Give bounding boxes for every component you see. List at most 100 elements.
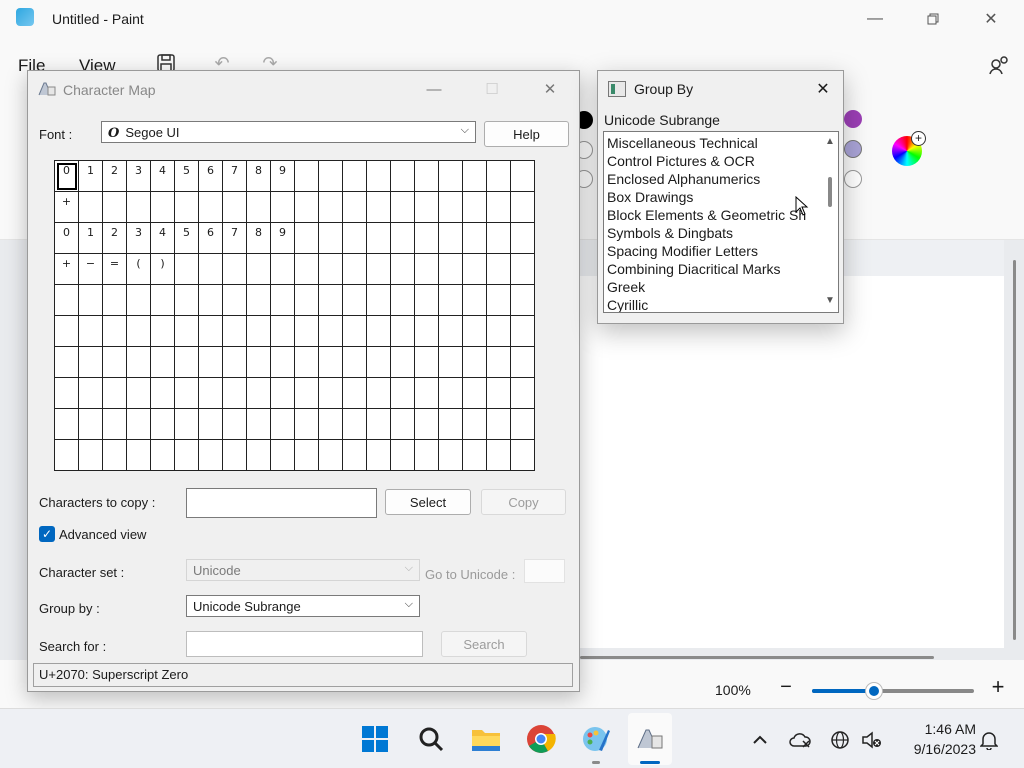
list-item[interactable]: Enclosed Alphanumerics bbox=[607, 170, 760, 188]
character-cell[interactable] bbox=[126, 315, 151, 347]
character-cell[interactable]: 0 bbox=[54, 160, 79, 192]
character-cell[interactable] bbox=[294, 377, 319, 409]
minimize-icon[interactable]: — bbox=[852, 6, 898, 32]
start-icon[interactable] bbox=[359, 723, 391, 755]
character-cell[interactable] bbox=[222, 377, 247, 409]
character-cell[interactable] bbox=[414, 439, 439, 471]
character-cell[interactable] bbox=[246, 315, 271, 347]
character-cell[interactable] bbox=[366, 284, 391, 316]
character-cell[interactable] bbox=[318, 315, 343, 347]
character-cell[interactable] bbox=[414, 191, 439, 223]
character-cell[interactable] bbox=[102, 439, 127, 471]
character-cell[interactable] bbox=[294, 408, 319, 440]
close-icon[interactable]: ✕ bbox=[527, 75, 573, 103]
list-item[interactable]: Cyrillic bbox=[607, 296, 648, 312]
character-cell[interactable] bbox=[366, 315, 391, 347]
character-cell[interactable] bbox=[270, 377, 295, 409]
character-cell[interactable]: 6 bbox=[198, 222, 223, 254]
character-cell[interactable] bbox=[126, 191, 151, 223]
character-cell[interactable] bbox=[390, 377, 415, 409]
character-cell[interactable] bbox=[246, 191, 271, 223]
character-cell[interactable] bbox=[414, 160, 439, 192]
character-cell[interactable] bbox=[366, 346, 391, 378]
character-cell[interactable] bbox=[198, 377, 223, 409]
character-cell[interactable]: 0 bbox=[54, 222, 79, 254]
character-cell[interactable]: 9 bbox=[270, 160, 295, 192]
character-cell[interactable] bbox=[78, 346, 103, 378]
character-cell[interactable] bbox=[270, 346, 295, 378]
character-cell[interactable] bbox=[342, 439, 367, 471]
character-cell[interactable] bbox=[246, 439, 271, 471]
network-icon[interactable] bbox=[828, 729, 852, 751]
character-cell[interactable] bbox=[438, 191, 463, 223]
character-cell[interactable] bbox=[462, 315, 487, 347]
character-cell[interactable] bbox=[198, 408, 223, 440]
character-cell[interactable] bbox=[54, 377, 79, 409]
character-cell[interactable]: ( bbox=[126, 253, 151, 285]
character-cell[interactable] bbox=[486, 160, 511, 192]
character-map-taskbar-icon[interactable] bbox=[634, 723, 666, 755]
character-cell[interactable] bbox=[222, 191, 247, 223]
character-cell[interactable] bbox=[270, 253, 295, 285]
character-cell[interactable]: − bbox=[78, 253, 103, 285]
character-cell[interactable] bbox=[222, 253, 247, 285]
character-set-dropdown[interactable]: Unicode ⌵ bbox=[186, 559, 420, 581]
character-cell[interactable] bbox=[486, 191, 511, 223]
character-cell[interactable] bbox=[462, 439, 487, 471]
character-cell[interactable] bbox=[126, 284, 151, 316]
character-cell[interactable] bbox=[126, 439, 151, 471]
character-cell[interactable] bbox=[342, 284, 367, 316]
list-item[interactable]: Control Pictures & OCR bbox=[607, 152, 755, 170]
character-cell[interactable] bbox=[318, 377, 343, 409]
character-cell[interactable] bbox=[270, 284, 295, 316]
character-cell[interactable] bbox=[102, 377, 127, 409]
character-cell[interactable] bbox=[318, 284, 343, 316]
character-cell[interactable] bbox=[174, 253, 199, 285]
notifications-icon[interactable] bbox=[977, 729, 1001, 751]
character-cell[interactable] bbox=[150, 439, 175, 471]
character-cell[interactable]: 3 bbox=[126, 160, 151, 192]
character-cell[interactable] bbox=[366, 253, 391, 285]
vertical-scrollbar[interactable] bbox=[1013, 260, 1016, 640]
character-cell[interactable] bbox=[174, 284, 199, 316]
volume-muted-icon[interactable] bbox=[860, 729, 884, 751]
zoom-out-button[interactable]: − bbox=[776, 676, 796, 699]
character-cell[interactable]: 2 bbox=[102, 160, 127, 192]
zoom-slider[interactable] bbox=[812, 683, 974, 699]
list-item[interactable]: Combining Diacritical Marks bbox=[607, 260, 781, 278]
character-cell[interactable] bbox=[390, 253, 415, 285]
character-cell[interactable] bbox=[294, 222, 319, 254]
character-cell[interactable] bbox=[486, 284, 511, 316]
character-cell[interactable] bbox=[462, 377, 487, 409]
character-cell[interactable] bbox=[342, 377, 367, 409]
scroll-up-icon[interactable]: ▲ bbox=[825, 136, 835, 147]
character-cell[interactable] bbox=[174, 439, 199, 471]
character-cell[interactable] bbox=[246, 284, 271, 316]
character-cell[interactable] bbox=[222, 346, 247, 378]
search-icon[interactable] bbox=[415, 723, 447, 755]
character-cell[interactable] bbox=[390, 191, 415, 223]
character-cell[interactable] bbox=[294, 284, 319, 316]
character-cell[interactable]: 9 bbox=[270, 222, 295, 254]
character-cell[interactable] bbox=[294, 439, 319, 471]
character-cell[interactable] bbox=[414, 408, 439, 440]
character-cell[interactable] bbox=[294, 315, 319, 347]
character-cell[interactable] bbox=[366, 160, 391, 192]
character-cell[interactable] bbox=[198, 346, 223, 378]
horizontal-scrollbar[interactable] bbox=[580, 656, 934, 659]
select-button[interactable]: Select bbox=[385, 489, 471, 515]
add-color-icon[interactable]: + bbox=[911, 131, 926, 146]
drawing-canvas[interactable] bbox=[560, 276, 1004, 648]
character-cell[interactable] bbox=[198, 191, 223, 223]
character-cell[interactable] bbox=[270, 191, 295, 223]
character-cell[interactable]: = bbox=[102, 253, 127, 285]
character-cell[interactable] bbox=[318, 346, 343, 378]
group-by-dropdown[interactable]: Unicode Subrange ⌵ bbox=[186, 595, 420, 617]
character-cell[interactable] bbox=[510, 408, 535, 440]
character-cell[interactable]: + bbox=[54, 253, 79, 285]
list-item[interactable]: Greek bbox=[607, 278, 645, 296]
character-cell[interactable] bbox=[486, 253, 511, 285]
character-cell[interactable] bbox=[510, 222, 535, 254]
character-cell[interactable] bbox=[54, 408, 79, 440]
character-cell[interactable] bbox=[102, 315, 127, 347]
